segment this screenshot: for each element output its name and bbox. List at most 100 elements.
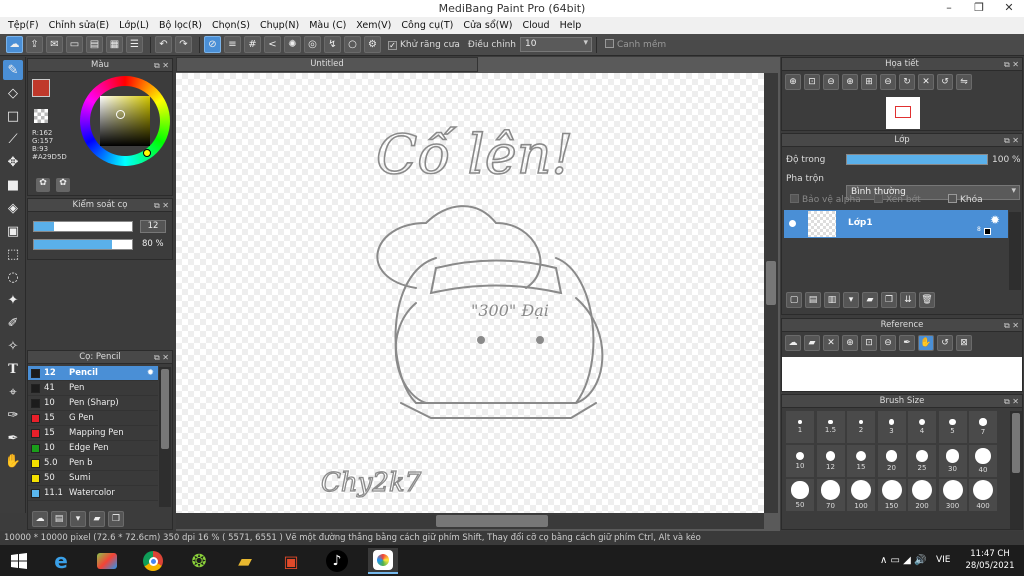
close-button[interactable]: ✕ <box>994 0 1024 17</box>
primary-color-swatch[interactable] <box>32 79 50 97</box>
tray-icons[interactable]: ∧ ▭ ◢ 🔊 <box>880 555 926 566</box>
menu-snap[interactable]: Chụp(N) <box>260 20 299 31</box>
settings-icon[interactable]: ⚙ <box>364 36 381 53</box>
brush-size-slider[interactable] <box>33 221 133 232</box>
antialias-checkbox[interactable]: ✓ <box>388 40 397 50</box>
magic-wand-icon[interactable]: ✦ <box>3 290 23 310</box>
eyedropper-icon[interactable]: ✒ <box>3 428 23 448</box>
brush-size-scroll-thumb[interactable] <box>1012 413 1020 473</box>
saturation-square[interactable] <box>100 96 150 146</box>
panel-menu-icon[interactable]: ⧉ ✕ <box>1004 395 1019 408</box>
panel-menu-icon[interactable]: ⧉ ✕ <box>1004 58 1019 71</box>
menu-color[interactable]: Màu (C) <box>309 20 346 31</box>
adjust-select[interactable]: 10 <box>519 37 592 52</box>
brush-size-option[interactable]: 40 <box>969 445 997 477</box>
brush-size-option[interactable]: 15 <box>847 445 875 477</box>
panel-menu-icon[interactable]: ⧉ ✕ <box>154 199 169 212</box>
layer-settings-icon[interactable]: ✹ <box>990 213 1000 227</box>
curve-snap-icon[interactable]: ↯ <box>324 36 341 53</box>
zoom-out-icon[interactable]: ⊖ <box>823 74 839 90</box>
vanishing-snap-icon[interactable]: < <box>264 36 281 53</box>
internet-explorer-icon[interactable]: e <box>46 548 76 574</box>
brush-size-option[interactable]: 7 <box>969 411 997 443</box>
menu-select[interactable]: Chọn(S) <box>212 20 250 31</box>
canvas-vscroll-thumb[interactable] <box>766 261 776 305</box>
text-tool-icon[interactable]: T <box>3 359 23 379</box>
navigator-thumbnail[interactable] <box>886 97 920 129</box>
navigator-viewport[interactable] <box>895 106 911 118</box>
clipping-checkbox[interactable] <box>874 194 883 203</box>
new-layer-icon[interactable]: ▢ <box>786 292 802 308</box>
zoom-in-icon[interactable]: ⊕ <box>785 74 801 90</box>
color-picker-cursor[interactable] <box>116 110 125 119</box>
hand-tool-icon[interactable]: ✋ <box>3 451 23 471</box>
brush-size-option[interactable]: 30 <box>938 445 967 477</box>
cross-snap-icon[interactable]: # <box>244 36 261 53</box>
menu-tools[interactable]: Công cụ(T) <box>401 20 453 31</box>
windows-start-icon[interactable] <box>4 548 34 574</box>
reference-view[interactable] <box>782 357 1022 391</box>
rotate-reset-icon[interactable]: ↺ <box>937 74 953 90</box>
new-halftone-layer-icon[interactable]: ▤ <box>805 292 821 308</box>
document-tab[interactable]: Untitled <box>176 57 478 72</box>
brush-list-item[interactable]: 11.1 Watercolor <box>28 486 158 501</box>
chrome-icon[interactable] <box>138 548 168 574</box>
brush-size-option[interactable]: 400 <box>969 479 997 511</box>
page-icon[interactable]: ▤ <box>86 36 103 53</box>
brush-opacity-slider[interactable] <box>33 239 133 250</box>
zoom-out-icon[interactable]: ⊖ <box>880 335 896 351</box>
reset-view-icon[interactable]: ✕ <box>918 74 934 90</box>
move-tool-icon[interactable]: ✥ <box>3 152 23 172</box>
brush-size-option[interactable]: 300 <box>938 479 967 511</box>
fill-tool-icon[interactable]: ◈ <box>3 198 23 218</box>
undo-icon[interactable]: ↶ <box>155 36 172 53</box>
clock[interactable]: 11:47 CH 28/05/2021 <box>960 548 1020 572</box>
zoom-in-icon[interactable]: ⊕ <box>842 74 858 90</box>
maximize-button[interactable]: ❐ <box>964 0 994 17</box>
brush-copy-icon[interactable]: ❐ <box>108 511 124 527</box>
gradient-tool-icon[interactable]: ▣ <box>3 221 23 241</box>
zoom-out-icon[interactable]: ⊖ <box>880 74 896 90</box>
zoom-fit-icon[interactable]: ⊡ <box>804 74 820 90</box>
brush-list-item[interactable]: 10 Pen (Sharp) <box>28 396 158 411</box>
select-eraser-icon[interactable]: ✧ <box>3 336 23 356</box>
eyedropper-icon[interactable]: ✒ <box>899 335 915 351</box>
reset-view-icon[interactable]: ⊠ <box>956 335 972 351</box>
circle-snap-icon[interactable]: ○ <box>344 36 361 53</box>
rotate-reset-icon[interactable]: ↺ <box>937 335 953 351</box>
minimize-button[interactable]: – <box>934 0 964 17</box>
brush-size-option[interactable]: 150 <box>877 479 906 511</box>
add-layer-menu-icon[interactable]: ▾ <box>843 292 859 308</box>
brush-size-option[interactable]: 4 <box>908 411 936 443</box>
operation-tool-icon[interactable]: ⌖ <box>3 382 23 402</box>
brush-size-option[interactable]: 25 <box>908 445 936 477</box>
brush-cloud-icon[interactable]: ☁ <box>32 511 48 527</box>
language-indicator[interactable]: VIE <box>936 555 951 565</box>
canvas-vertical-scrollbar[interactable] <box>764 73 778 513</box>
layer-folder-icon[interactable]: ▰ <box>862 292 878 308</box>
palette-icon[interactable]: ✿ <box>36 178 50 192</box>
brush-size-scrollbar[interactable] <box>1010 411 1022 529</box>
save-icon[interactable]: ▭ <box>66 36 83 53</box>
brush-size-option[interactable]: 12 <box>816 445 845 477</box>
menu-layer[interactable]: Lớp(L) <box>119 20 149 31</box>
radial-snap-icon[interactable]: ✺ <box>284 36 301 53</box>
zoom-in-icon[interactable]: ⊕ <box>842 335 858 351</box>
fit-window-icon[interactable]: ⊞ <box>861 74 877 90</box>
brush-list-item[interactable]: 12 Pencil ✹ <box>28 366 158 381</box>
brush-list-item[interactable]: 5.0 Pen b <box>28 456 158 471</box>
drawing-canvas[interactable]: Cố lên! "300" Đại Chy2k7 <box>176 73 764 513</box>
panel-menu-icon[interactable]: ⧉ ✕ <box>1004 319 1019 332</box>
duplicate-layer-icon[interactable]: ❐ <box>881 292 897 308</box>
menu-view[interactable]: Xem(V) <box>356 20 391 31</box>
brush-folder-icon[interactable]: ▰ <box>89 511 105 527</box>
brush-tool-icon[interactable]: ✎ <box>3 60 23 80</box>
dot-tool-icon[interactable]: □ <box>3 106 23 126</box>
brush-size-option[interactable]: 200 <box>908 479 936 511</box>
antialias-option[interactable]: ✓ Khử răng cưa <box>388 40 460 50</box>
reference-close-icon[interactable]: ✕ <box>823 335 839 351</box>
panel-menu-icon[interactable]: ⧉ ✕ <box>154 351 169 364</box>
menu-file[interactable]: Tệp(F) <box>8 20 39 31</box>
eraser-tool-icon[interactable]: ◇ <box>3 83 23 103</box>
menu-cloud[interactable]: Cloud <box>522 20 549 31</box>
